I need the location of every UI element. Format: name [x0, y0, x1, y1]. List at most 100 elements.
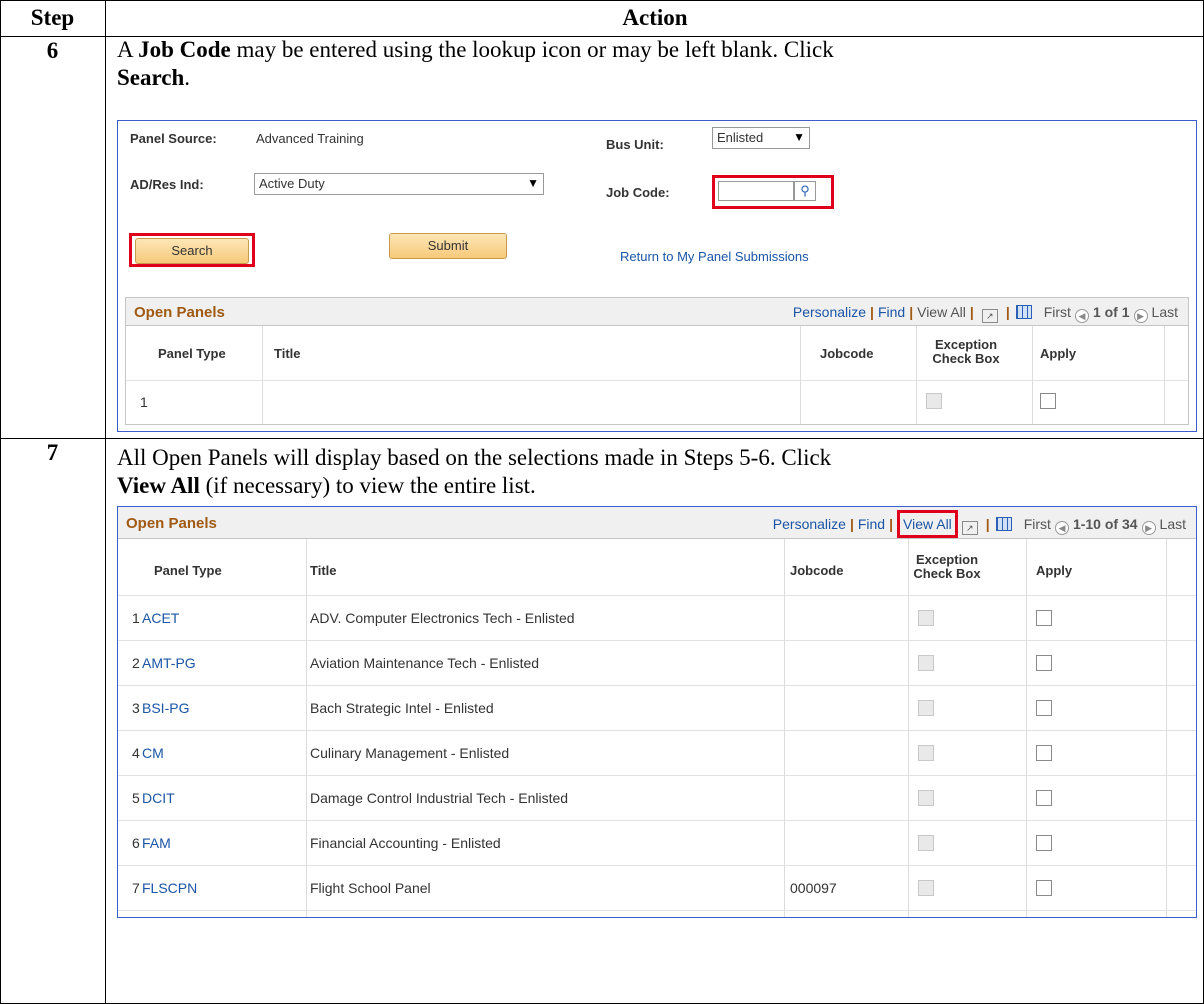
table-row: 5 DCIT Damage Control Industrial Tech - En…: [118, 775, 1196, 820]
col-exception-line1: Exception: [915, 552, 979, 567]
grid-title-bar: Open Panels Personalize | Find | View All | ↗ |…: [126, 298, 1188, 326]
personalize-link[interactable]: Personalize: [773, 516, 846, 532]
col-exception-line1: Exception: [934, 337, 998, 352]
grid-title: Open Panels: [126, 515, 217, 532]
apply-checkbox[interactable]: [1036, 880, 1052, 896]
view-all-link[interactable]: View All: [897, 510, 958, 538]
panel-type-link[interactable]: FAM: [142, 835, 171, 851]
personalize-link[interactable]: Personalize: [793, 304, 866, 320]
table-row: 7 FLSCPN Flight School Panel 000097: [118, 865, 1196, 910]
row-number: 3: [132, 700, 140, 716]
open-panels-grid-2: Open Panels Personalize | Find | View All ↗ | F…: [117, 506, 1197, 918]
col-apply: Apply: [1040, 346, 1077, 361]
row-number: 5: [132, 790, 140, 806]
bus-unit-value: Enlisted: [717, 130, 764, 145]
exception-checkbox: [918, 835, 934, 851]
step7-text-a: All Open Panels will display based on th…: [117, 445, 832, 470]
col-panel-type: Panel Type: [154, 563, 222, 578]
return-link[interactable]: Return to My Panel Submissions: [620, 249, 809, 264]
step6-text-a: A: [117, 37, 139, 62]
apply-checkbox[interactable]: [1040, 393, 1056, 409]
job-code-input[interactable]: [718, 181, 794, 201]
next-icon[interactable]: ▶: [1141, 521, 1156, 535]
apply-checkbox[interactable]: [1036, 655, 1052, 671]
prev-icon[interactable]: ◀: [1074, 309, 1089, 323]
range-label: 1-10 of 34: [1072, 516, 1138, 532]
grid-nav: Personalize | Find | View All | ↗ | First ◀ 1 of 1…: [792, 304, 1178, 323]
step-number-6: 6: [46, 38, 59, 63]
exception-checkbox: [918, 610, 934, 626]
exception-checkbox: [918, 880, 934, 896]
range-label: 1 of 1: [1092, 304, 1130, 320]
panel-title: ADV. Computer Electronics Tech - Enliste…: [310, 610, 575, 626]
step6-bold-a: Job Code: [138, 37, 231, 62]
apply-checkbox[interactable]: [1036, 835, 1052, 851]
apply-checkbox[interactable]: [1036, 700, 1052, 716]
col-exception: Exception Check Box: [926, 338, 1006, 366]
col-title: Title: [274, 346, 301, 361]
step6-text-c: .: [184, 65, 191, 90]
open-panels-grid-1: Open Panels Personalize | Find | View All | ↗ |…: [125, 297, 1189, 425]
grid-title: Open Panels: [134, 304, 225, 321]
prev-icon[interactable]: ◀: [1054, 521, 1069, 535]
chevron-down-icon: ▼: [793, 130, 805, 144]
panel-title: Damage Control Industrial Tech - Enliste…: [310, 790, 569, 806]
table-row: 2 AMT-PG Aviation Maintenance Tech - Enlis…: [118, 640, 1196, 685]
search-icon[interactable]: ⚲: [794, 181, 816, 201]
apply-checkbox[interactable]: [1036, 610, 1052, 626]
table-row: 1 ACET ADV. Computer Electronics Tech - En…: [118, 595, 1196, 640]
row-number: 1: [140, 394, 148, 410]
step-number-7: 7: [46, 440, 59, 465]
col-apply: Apply: [1036, 563, 1073, 578]
adres-label: AD/Res Ind:: [130, 177, 204, 192]
panel-title: Flight School Panel: [310, 880, 431, 896]
grid-title-bar: Open Panels Personalize | Find | View All ↗ | F…: [118, 507, 1196, 539]
table-row: 6 FAM Financial Accounting - Enlisted: [118, 820, 1196, 865]
panel-title: Aviation Maintenance Tech - Enlisted: [310, 655, 540, 671]
step6-text-b: may be entered using the lookup icon or …: [230, 37, 834, 62]
new-window-icon[interactable]: ↗: [961, 521, 978, 535]
apply-checkbox[interactable]: [1036, 745, 1052, 761]
adres-value: Active Duty: [259, 176, 325, 191]
panel-type-link[interactable]: ACET: [142, 610, 179, 626]
new-window-icon[interactable]: ↗: [981, 309, 998, 323]
col-panel-type: Panel Type: [158, 346, 226, 361]
search-button[interactable]: Search: [135, 238, 249, 264]
view-all-link[interactable]: View All: [917, 304, 966, 320]
find-link[interactable]: Find: [878, 304, 905, 320]
grid-nav: Personalize | Find | View All ↗ | First ◀ 1-10 of…: [772, 510, 1186, 538]
next-icon[interactable]: ▶: [1133, 309, 1148, 323]
header-action: Action: [622, 5, 688, 30]
col-jobcode: Jobcode: [820, 346, 874, 361]
find-link[interactable]: Find: [858, 516, 885, 532]
col-jobcode: Jobcode: [790, 563, 844, 578]
column-divider: [105, 0, 106, 1004]
submit-button[interactable]: Submit: [389, 233, 507, 259]
job-code-label: Job Code:: [606, 185, 670, 200]
panel-source-value: Advanced Training: [256, 131, 364, 146]
panel-title: Financial Accounting - Enlisted: [310, 835, 501, 851]
panel-type-link[interactable]: BSI-PG: [142, 700, 189, 716]
panel-search-frame: Panel Source: Advanced Training Bus Unit…: [117, 120, 1197, 432]
last-label: Last: [1159, 516, 1186, 532]
panel-source-label: Panel Source:: [130, 131, 217, 146]
apply-checkbox[interactable]: [1036, 790, 1052, 806]
panel-type-link[interactable]: DCIT: [142, 790, 175, 806]
panel-type-link[interactable]: FLSCPN: [142, 880, 197, 896]
row-number: 7: [132, 880, 140, 896]
chevron-down-icon: ▼: [527, 176, 539, 190]
row-divider: [0, 438, 1204, 439]
panel-type-link[interactable]: AMT-PG: [142, 655, 196, 671]
download-grid-icon[interactable]: [1015, 305, 1032, 319]
table-row-partial: [118, 910, 1196, 920]
table-row: 1: [126, 380, 1188, 424]
row-number: 6: [132, 835, 140, 851]
adres-select[interactable]: Active Duty ▼: [254, 173, 544, 195]
download-grid-icon[interactable]: [995, 517, 1012, 531]
jobcode-value: 000097: [790, 880, 837, 896]
exception-checkbox: [918, 655, 934, 671]
first-label: First: [1043, 304, 1071, 320]
bus-unit-select[interactable]: Enlisted ▼: [712, 127, 810, 149]
panel-type-link[interactable]: CM: [142, 745, 164, 761]
exception-checkbox: [918, 790, 934, 806]
